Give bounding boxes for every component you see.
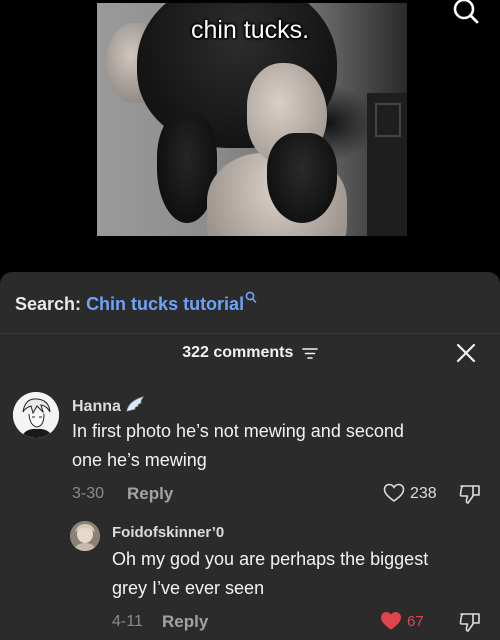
reply-button[interactable]: Reply: [127, 484, 173, 504]
comment-text-line: Oh my god you are perhaps the biggest: [112, 549, 429, 569]
photo-background-door: [367, 93, 407, 236]
wing-emoji-icon: [126, 396, 145, 412]
avatar-drawing: [70, 521, 100, 551]
photo-earflap-right: [267, 133, 337, 223]
small-search-icon: [245, 291, 257, 303]
comment-date: 3-30: [72, 485, 105, 502]
comments-count: 322 comments: [182, 344, 294, 361]
reply-button[interactable]: Reply: [162, 612, 208, 632]
divider: [0, 333, 500, 334]
like-heart-icon-filled[interactable]: [380, 611, 402, 631]
like-count: 238: [410, 485, 437, 502]
close-icon[interactable]: [455, 342, 477, 364]
like-heart-icon[interactable]: [383, 483, 405, 503]
comment-username[interactable]: Foidofskinner’0: [112, 524, 224, 541]
like-count: 67: [407, 613, 424, 630]
comment-text-line: In first photo he’s not mewing and secon…: [72, 421, 404, 441]
video-area[interactable]: chin tucks.: [0, 0, 500, 272]
comments-count-row: 322 comments: [0, 344, 500, 362]
sort-filter-icon[interactable]: [302, 346, 318, 360]
comment-text: In first photo he’s not mewing and secon…: [72, 417, 404, 475]
dislike-icon[interactable]: [458, 611, 482, 633]
comment-date: 4-11: [112, 613, 143, 630]
avatar[interactable]: [13, 392, 59, 438]
search-icon[interactable]: [452, 0, 480, 26]
comment-text-line: grey I’ve ever seen: [112, 578, 265, 598]
search-prefix: Search:: [15, 294, 82, 314]
comment-username[interactable]: Hanna: [72, 395, 145, 416]
search-query-link[interactable]: Chin tucks tutorial: [86, 294, 244, 314]
avatar-drawing: [13, 392, 59, 438]
dislike-icon[interactable]: [458, 483, 482, 505]
comment-text-line: one he’s mewing: [72, 450, 207, 470]
search-suggestion[interactable]: Search: Chin tucks tutorial: [15, 291, 257, 315]
comment-text: Oh my god you are perhaps the biggest gr…: [112, 545, 428, 603]
video-caption: chin tucks.: [190, 16, 310, 44]
comments-panel: Search: Chin tucks tutorial 322 comments…: [0, 272, 500, 640]
avatar[interactable]: [70, 521, 100, 551]
